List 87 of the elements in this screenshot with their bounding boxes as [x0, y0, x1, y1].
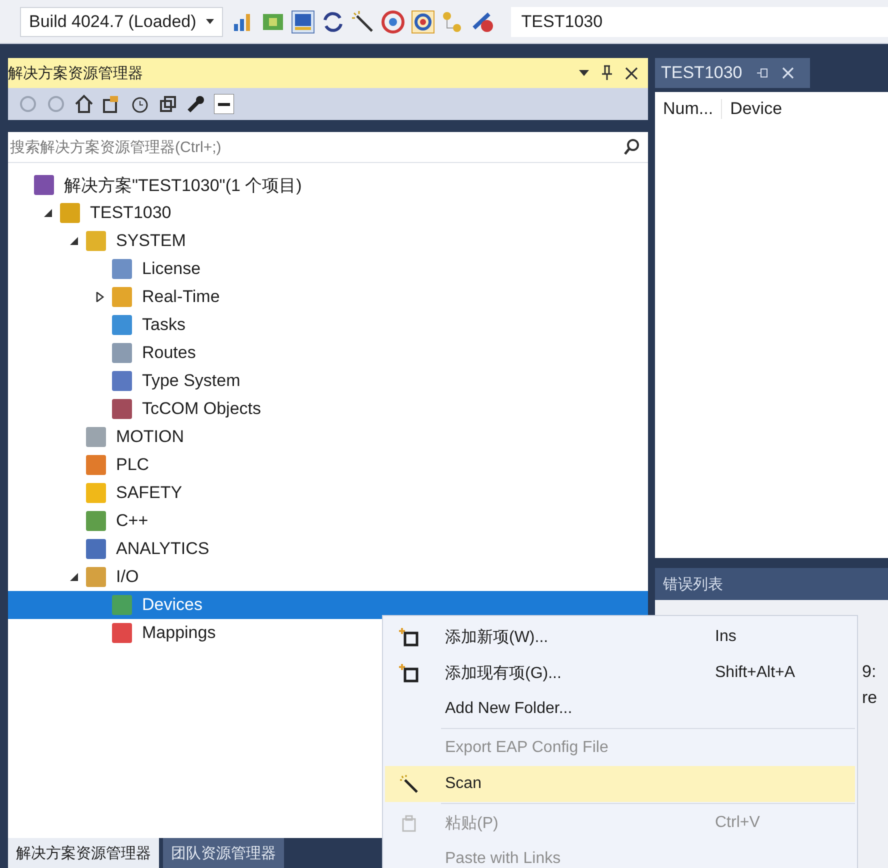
radio-icon[interactable]: [411, 10, 436, 34]
tree-item[interactable]: MOTION: [8, 423, 648, 451]
node-icon: [112, 315, 132, 335]
node-icon: [34, 175, 54, 195]
tree-label: Tasks: [142, 315, 186, 335]
node-icon: [86, 427, 106, 447]
add-item-icon: [399, 627, 419, 647]
tree-label: TcCOM Objects: [142, 399, 262, 419]
panel-title: 错误列表: [655, 568, 888, 600]
menu-item[interactable]: Add New Folder...: [385, 691, 855, 727]
copy-icon[interactable]: [158, 94, 178, 114]
panel-tab[interactable]: 解决方案资源管理器: [8, 838, 159, 868]
build-dropdown[interactable]: Build 4024.7 (Loaded): [20, 6, 224, 36]
wrench-icon[interactable]: [186, 94, 206, 114]
tree-label: Mappings: [142, 623, 216, 643]
tree-label: PLC: [116, 455, 150, 475]
dropdown-icon[interactable]: [579, 70, 589, 76]
menu-item[interactable]: 添加新项(W)... Ins: [385, 619, 855, 655]
caret-icon[interactable]: [206, 18, 214, 24]
tree-label: License: [142, 259, 201, 279]
tree-label: ANALYTICS: [116, 539, 210, 559]
node-icon: [112, 595, 132, 615]
node-icon: [86, 539, 106, 559]
node-icon: [112, 399, 132, 419]
pin-icon[interactable]: [601, 65, 613, 81]
panel-tab[interactable]: 团队资源管理器: [163, 838, 284, 868]
tree-item[interactable]: C++: [8, 507, 648, 535]
node-icon: [112, 371, 132, 391]
tree-item[interactable]: TcCOM Objects: [8, 395, 648, 423]
wand-icon: [399, 774, 419, 794]
node-icon: [112, 343, 132, 363]
close-icon[interactable]: [625, 66, 638, 80]
node-icon: [60, 203, 80, 223]
tree-label: Real-Time: [142, 287, 220, 307]
node-icon: [86, 483, 106, 503]
tree-label: Devices: [142, 595, 202, 615]
refresh-icon[interactable]: [321, 10, 346, 34]
tree-item[interactable]: PLC: [8, 451, 648, 479]
target-icon[interactable]: [381, 10, 406, 34]
collapse-arrow-icon[interactable]: [43, 208, 53, 218]
menu-item[interactable]: 添加现有项(G)... Shift+Alt+A: [385, 655, 855, 691]
monitor-icon[interactable]: [291, 10, 316, 34]
menu-item[interactable]: Scan: [385, 766, 855, 802]
tree-item[interactable]: Tasks: [8, 311, 648, 339]
tree-label: Routes: [142, 343, 196, 363]
node-icon: [112, 259, 132, 279]
add-item-icon: [399, 663, 419, 683]
node-icon: [86, 455, 106, 475]
tree-item[interactable]: TEST1030: [8, 199, 648, 227]
expand-arrow-icon[interactable]: [95, 292, 105, 302]
list-text: re: [862, 688, 878, 708]
tree-item[interactable]: SYSTEM: [8, 227, 648, 255]
tree-item[interactable]: ANALYTICS: [8, 535, 648, 563]
tree-item[interactable]: Type System: [8, 367, 648, 395]
tree-item[interactable]: Routes: [8, 339, 648, 367]
column-header[interactable]: Num...: [655, 99, 722, 119]
cancel-icon[interactable]: [471, 10, 496, 34]
node-icon: [86, 231, 106, 251]
node-icon: [112, 623, 132, 643]
search-icon[interactable]: [624, 139, 640, 155]
tree-item[interactable]: I/O: [8, 563, 648, 591]
column-header[interactable]: Device: [722, 99, 790, 119]
search-field[interactable]: 搜索解决方案资源管理器(Ctrl+;): [8, 132, 648, 163]
tree-item[interactable]: Devices: [8, 591, 648, 619]
collapse-arrow-icon[interactable]: [69, 236, 79, 246]
tree-item[interactable]: 解决方案"TEST1030"(1 个项目): [8, 171, 648, 199]
tree-label: MOTION: [116, 427, 184, 447]
minus-icon[interactable]: [214, 94, 234, 114]
tree-label: C++: [116, 511, 148, 531]
tree-label: SYSTEM: [116, 231, 186, 251]
node-icon: [112, 287, 132, 307]
collapse-arrow-icon[interactable]: [69, 572, 79, 582]
tree-label: 解决方案"TEST1030"(1 个项目): [64, 174, 302, 196]
tree-label: TEST1030: [90, 203, 172, 223]
tree-item[interactable]: SAFETY: [8, 479, 648, 507]
node-icon: [86, 511, 106, 531]
tree-label: SAFETY: [116, 483, 182, 503]
target-field[interactable]: TEST1030: [511, 6, 888, 36]
tree-item[interactable]: License: [8, 255, 648, 283]
list-text: 9:: [862, 662, 878, 682]
tree-label: I/O: [116, 567, 139, 587]
panel-title: 解决方案资源管理器: [8, 64, 143, 82]
node-icon: [86, 567, 106, 587]
home-icon[interactable]: [74, 94, 94, 114]
tree-label: Type System: [142, 371, 240, 391]
wand-icon[interactable]: [351, 10, 376, 34]
tree-item[interactable]: Real-Time: [8, 283, 648, 311]
